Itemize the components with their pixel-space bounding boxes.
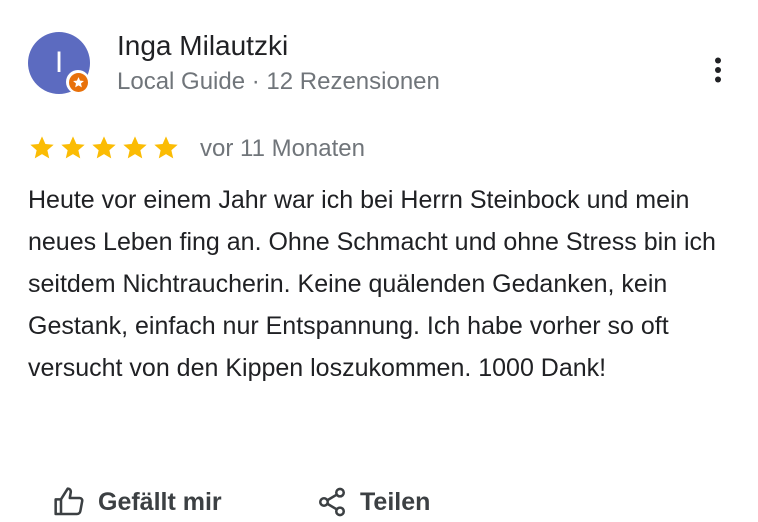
review-text: Heute vor einem Jahr war ich bei Herrn S…: [28, 186, 716, 382]
more-options-button[interactable]: [700, 52, 736, 88]
local-guide-badge-icon: [66, 70, 90, 94]
reviewer-name[interactable]: Inga Milautzki: [117, 30, 288, 62]
review-time: vor 11 Monaten: [200, 135, 365, 162]
star-icon: [154, 136, 178, 159]
like-label: Gefällt mir: [98, 487, 222, 516]
star-icon: [123, 136, 147, 159]
share-icon: [319, 487, 345, 517]
like-button[interactable]: Gefällt mir: [52, 482, 222, 522]
share-button[interactable]: Teilen: [316, 482, 430, 522]
share-label: Teilen: [360, 487, 431, 516]
thumb-up-icon: [54, 487, 84, 516]
more-vert-icon: [715, 57, 721, 83]
reviewer-meta: Local Guide · 12 Rezensionen: [117, 68, 440, 95]
star-rating: [28, 134, 180, 162]
star-icon: [61, 136, 85, 159]
star-icon: [30, 136, 54, 159]
star-icon: [92, 136, 116, 159]
avatar-initial: I: [54, 46, 64, 79]
